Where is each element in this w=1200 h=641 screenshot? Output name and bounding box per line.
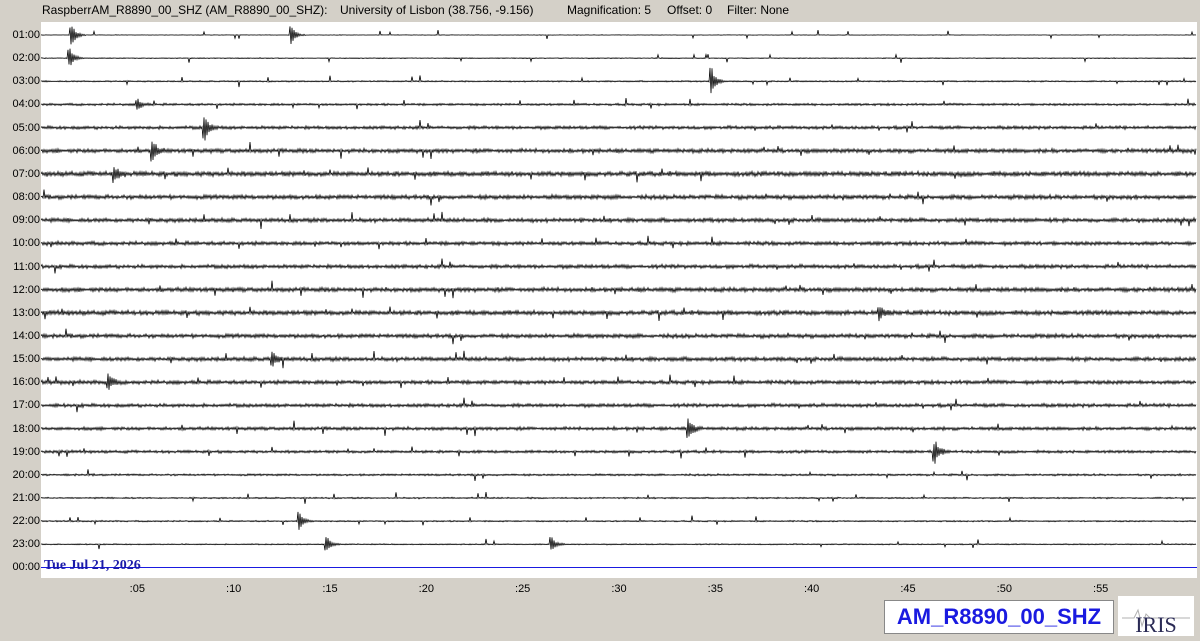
trace-row <box>40 167 1197 184</box>
trace-row <box>40 306 1197 322</box>
row-label: 17:00 <box>12 399 40 412</box>
trace-row <box>40 511 1197 530</box>
row-label: 23:00 <box>12 538 40 551</box>
row-label: 03:00 <box>12 75 40 88</box>
trace-row <box>40 189 1197 206</box>
trace-row <box>40 397 1197 413</box>
row-label: 12:00 <box>12 283 40 296</box>
row-label: 11:00 <box>13 260 40 273</box>
row-label: 05:00 <box>12 121 40 134</box>
x-tick-label: :15 <box>322 583 338 595</box>
offset-label: Offset: 0 <box>667 3 713 17</box>
x-tick-label: :45 <box>900 583 916 595</box>
trace-row <box>40 328 1197 345</box>
x-tick-label: :40 <box>804 583 820 595</box>
trace-row <box>40 280 1197 299</box>
helicorder-svg <box>40 26 1197 568</box>
header-bar: RaspberrAM_R8890_00_SHZ (AM_R8890_00_SHZ… <box>0 0 1200 20</box>
trace-row <box>40 235 1197 250</box>
row-label: 01:00 <box>12 29 40 41</box>
trace-row <box>40 98 1197 110</box>
row-label: 19:00 <box>12 445 40 458</box>
row-label: 06:00 <box>12 144 40 157</box>
row-label: 04:00 <box>12 98 40 111</box>
trace-row <box>40 373 1197 390</box>
trace-row <box>40 67 1197 94</box>
trace-row <box>40 537 1197 551</box>
station-badge: AM_R8890_00_SHZ <box>884 600 1114 634</box>
trace-row <box>40 211 1197 229</box>
row-label: 09:00 <box>12 214 40 227</box>
row-label: 08:00 <box>12 191 40 204</box>
logo-text: IRIS <box>1135 612 1177 636</box>
iris-logo-icon: IRIS <box>1122 608 1190 637</box>
trace-row <box>40 117 1197 141</box>
trace-row <box>40 258 1197 274</box>
iris-logo: IRIS <box>1118 596 1194 637</box>
location-label: University of Lisbon (38.756, -9.156) <box>340 3 534 17</box>
magnification-label: Magnification: 5 <box>567 3 652 17</box>
row-label: 15:00 <box>12 353 40 366</box>
row-label: 21:00 <box>12 492 40 504</box>
row-label: 00:00 <box>12 561 40 574</box>
trace-row <box>40 492 1197 504</box>
x-tick-label: :50 <box>996 583 1012 595</box>
x-tick-label: :05 <box>129 583 145 595</box>
x-tick-label: :55 <box>1093 583 1109 595</box>
date-label: Tue Jul 21, 2026 <box>44 558 141 573</box>
row-label: 14:00 <box>12 329 40 342</box>
x-tick-label: :20 <box>418 583 434 595</box>
x-tick-label: :25 <box>515 583 531 595</box>
row-label: 20:00 <box>12 468 40 481</box>
trace-row <box>40 141 1197 162</box>
trace-row <box>40 26 1197 45</box>
row-label: 10:00 <box>12 237 40 250</box>
row-label: 16:00 <box>12 376 40 389</box>
trace-row <box>40 350 1197 369</box>
row-label: 22:00 <box>12 515 40 528</box>
row-label: 18:00 <box>12 422 40 435</box>
trace-row <box>40 469 1197 482</box>
x-tick-label: :10 <box>226 583 242 595</box>
x-tick-label: :35 <box>707 583 723 595</box>
row-label: 07:00 <box>12 167 40 180</box>
x-tick-label: :30 <box>611 583 627 595</box>
trace-row <box>40 48 1197 66</box>
trace-row <box>40 441 1197 464</box>
row-label: 13:00 <box>12 306 40 319</box>
station-title: RaspberrAM_R8890_00_SHZ (AM_R8890_00_SHZ… <box>42 3 328 17</box>
helicorder-plot <box>40 22 1197 578</box>
trace-row <box>40 418 1197 438</box>
row-label: 02:00 <box>12 52 40 65</box>
filter-label: Filter: None <box>727 3 790 17</box>
